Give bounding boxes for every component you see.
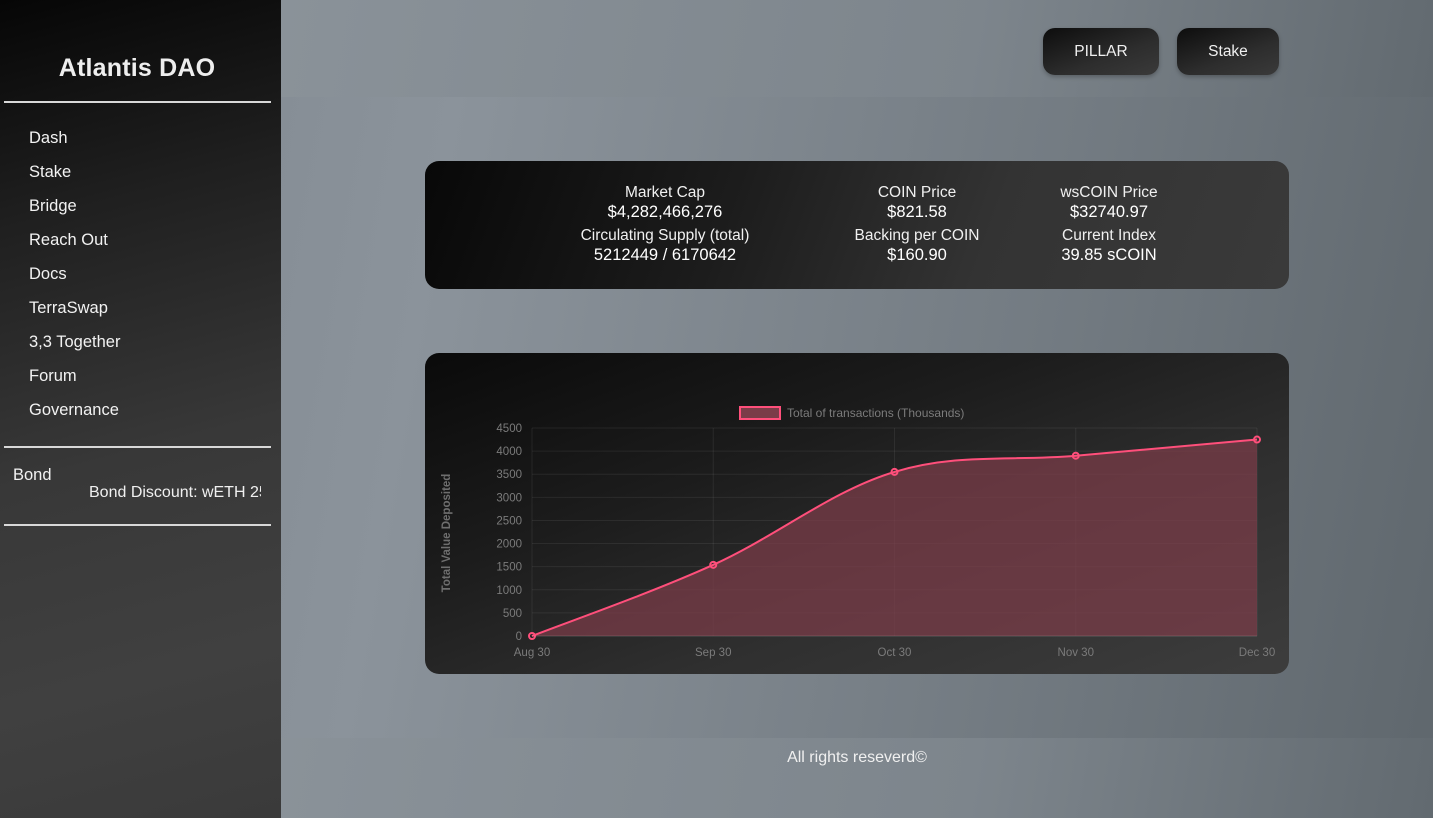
y-tick-label: 3000: [496, 492, 522, 504]
stat-backing-per-coin: Backing per COIN $160.90: [837, 226, 997, 266]
y-tick-label: 500: [503, 608, 522, 620]
y-tick-label: 4000: [496, 446, 522, 458]
stake-button[interactable]: Stake: [1177, 28, 1279, 75]
stat-label: Market Cap: [624, 184, 706, 201]
stat-current-index: Current Index 39.85 sCOIN: [1039, 226, 1179, 266]
top-header: PILLAR Stake: [281, 0, 1433, 97]
stat-label: Circulating Supply (total): [580, 227, 750, 244]
stats-card: Market Cap $4,282,466,276 Circulating Su…: [425, 161, 1289, 289]
stat-value: 5212449 / 6170642: [593, 246, 737, 264]
stat-value: $821.58: [887, 203, 947, 221]
stat-wscoin-price: wsCOIN Price $32740.97: [1039, 183, 1179, 223]
pillar-button[interactable]: PILLAR: [1043, 28, 1159, 75]
sidebar-item-reach-out[interactable]: Reach Out: [29, 231, 120, 265]
footer: All rights reseverd©: [281, 738, 1433, 818]
y-tick-label: 2000: [496, 539, 522, 551]
bond-discount-ticker: Bond Discount: wETH 25: [89, 484, 261, 501]
stat-value: $4,282,466,276: [607, 203, 723, 221]
tvd-chart-card: 0 500 1000 1500 2000 2500 3000 3500 4000 4500 Aug…: [425, 353, 1289, 674]
brand-title: Atlantis DAO: [58, 54, 216, 82]
sidebar-item-together[interactable]: 3,3 Together: [29, 333, 120, 367]
sidebar-item-terraswap[interactable]: TerraSwap: [29, 299, 120, 333]
sidebar-item-bridge[interactable]: Bridge: [29, 197, 120, 231]
sidebar-item-governance[interactable]: Governance: [29, 401, 120, 435]
sidebar-item-stake[interactable]: Stake: [29, 163, 120, 197]
x-axis-ticks: Aug 30 Sep 30 Oct 30 Nov 30 Dec 30: [514, 647, 1275, 659]
y-tick-label: 1000: [496, 585, 522, 597]
bond-title: Bond: [13, 466, 52, 484]
sidebar-divider: [4, 446, 271, 448]
sidebar: Atlantis DAO Dash Stake Bridge Reach Out…: [0, 0, 281, 818]
x-tick-label: Dec 30: [1239, 647, 1275, 659]
legend-label: Total of transactions (Thousands): [787, 406, 964, 420]
y-tick-label: 0: [516, 631, 522, 643]
x-tick-label: Nov 30: [1058, 647, 1094, 659]
chart-legend: Total of transactions (Thousands): [739, 406, 964, 420]
stat-market-cap: Market Cap $4,282,466,276: [565, 183, 765, 223]
stat-label: wsCOIN Price: [1060, 184, 1158, 201]
y-tick-label: 3500: [496, 469, 522, 481]
x-tick-label: Aug 30: [514, 647, 550, 659]
stat-value: 39.85 sCOIN: [1061, 246, 1157, 264]
sidebar-divider: [4, 524, 271, 526]
stat-coin-price: COIN Price $821.58: [837, 183, 997, 223]
sidebar-item-dash[interactable]: Dash: [29, 129, 120, 163]
y-tick-label: 4500: [496, 423, 522, 435]
footer-copyright: All rights reseverd©: [787, 749, 927, 766]
sidebar-divider: [4, 101, 271, 103]
stat-value: $32740.97: [1070, 203, 1148, 221]
y-tick-label: 1500: [496, 562, 522, 574]
y-axis-label: Total Value Deposited: [441, 474, 453, 593]
sidebar-item-docs[interactable]: Docs: [29, 265, 120, 299]
stat-circulating-supply: Circulating Supply (total) 5212449 / 617…: [565, 226, 765, 266]
stat-label: Backing per COIN: [854, 227, 980, 244]
sidebar-nav: Dash Stake Bridge Reach Out Docs TerraSw…: [29, 129, 120, 435]
stat-value: $160.90: [887, 246, 947, 264]
tvd-line-chart: 0 500 1000 1500 2000 2500 3000 3500 4000 4500 Aug…: [441, 406, 1275, 659]
stat-label: Current Index: [1062, 227, 1156, 244]
y-axis-ticks: 0 500 1000 1500 2000 2500 3000 3500 4000 4500: [496, 423, 522, 643]
x-tick-label: Sep 30: [695, 647, 731, 659]
sidebar-item-forum[interactable]: Forum: [29, 367, 120, 401]
x-tick-label: Oct 30: [878, 647, 912, 659]
stat-label: COIN Price: [877, 184, 957, 201]
legend-swatch: [739, 406, 781, 420]
y-tick-label: 2500: [496, 515, 522, 527]
